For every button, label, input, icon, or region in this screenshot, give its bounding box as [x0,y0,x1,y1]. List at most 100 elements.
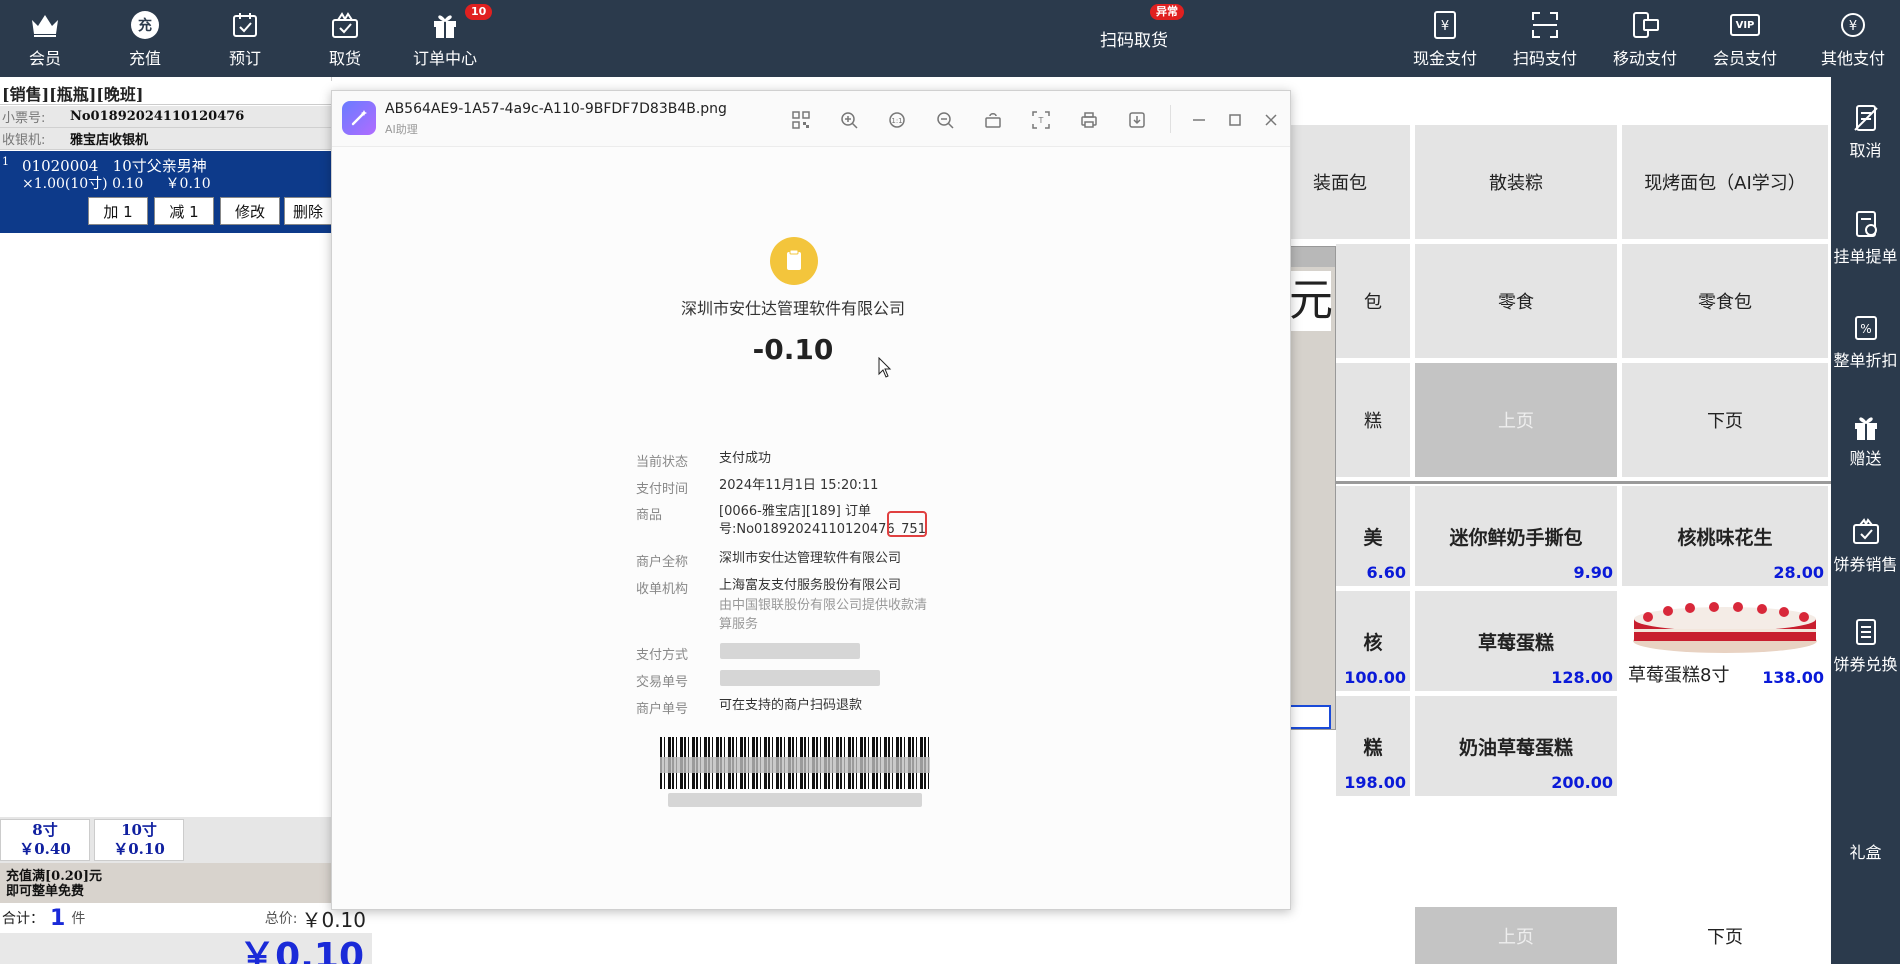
discount-icon: % [1854,316,1877,340]
category-tile[interactable]: 包 [1336,244,1410,358]
scan-pay-button[interactable]: 扫码支付 [1500,0,1590,77]
cancel-button[interactable]: 取消 [1831,103,1900,161]
product-tile[interactable]: 美 6.60 [1336,486,1410,586]
delete-button[interactable]: 删除 [284,197,332,225]
category-next-page-button[interactable]: 下页 [1622,363,1828,477]
size-8-button[interactable]: 8寸 ￥0.40 [0,819,90,861]
product-next-page-button[interactable]: 下页 [1622,907,1828,964]
svg-text:¥: ¥ [1849,19,1857,34]
receipt-company: 深圳市安仕达管理软件有限公司 [680,299,905,318]
cash-pay-button[interactable]: ¥ 现金支付 [1400,0,1490,77]
product-tile[interactable]: 迷你鲜奶手撕包 9.90 [1415,486,1617,586]
member-pay-button[interactable]: VIP 会员支付 [1700,0,1790,77]
coupon-redeem-icon [1855,619,1876,645]
reserve-button[interactable]: 预订 [200,0,290,77]
promo-text: 充值满[0.20]元 即可整单免费 [0,863,332,903]
payment-receipt-image: 深圳市安仕达管理软件有限公司 -0.10 当前状态 支付成功 支付时间 2024… [332,147,1290,909]
image-viewer-window: AB564AE9-1A57-4a9c-A110-9BFDF7D83B4B.png… [331,90,1291,910]
minimize-icon[interactable] [1188,109,1210,131]
actual-size-icon[interactable]: 1:1 [886,109,908,131]
grid-divider [1290,481,1831,484]
product-tile[interactable]: 草莓蛋糕 128.00 [1415,591,1617,691]
order-count-badge: 10 [465,4,493,20]
order-suffix-highlight [887,511,927,537]
zoom-out-icon[interactable] [934,109,956,131]
category-tile[interactable]: 装面包 [1270,125,1410,239]
amount-unit-text: 元 [1289,271,1333,331]
right-sidebar: 取消 挂单提单 % 整单折扣 赠送 饼券销售 饼券兑换 礼盒 [1831,77,1900,964]
coupon-redeem-button[interactable]: 饼券兑换 [1831,617,1900,675]
redacted-barcode-number [668,793,922,807]
shift-title: [销售][瓶瓶][晚班] [0,81,372,105]
receipt-amount: -0.10 [752,333,834,366]
svg-text:T: T [1038,116,1044,125]
crop-icon[interactable]: T [1030,109,1052,131]
merchant-order-note: 可在支持的商户扫码退款 [719,698,863,713]
product-tile-with-image[interactable]: 草莓蛋糕8寸 138.00 [1622,591,1828,691]
print-icon[interactable] [1078,109,1100,131]
acquirer: 上海富友支付服务股份有限公司 [719,578,902,593]
svg-text:1:1: 1:1 [891,117,902,125]
download-icon[interactable] [1126,109,1148,131]
redacted-payment-method [720,643,860,659]
payment-status: 支付成功 [719,451,772,466]
order-discount-button[interactable]: % 整单折扣 [1831,313,1900,371]
viewer-titlebar: AB564AE9-1A57-4a9c-A110-9BFDF7D83B4B.png… [332,91,1290,147]
svg-text:¥: ¥ [1441,19,1449,34]
rotate-icon[interactable] [982,109,1004,131]
member-button[interactable]: 会员 [0,0,90,77]
goods-line-1: [0066-雅宝店][189] 订单 [719,504,872,519]
product-tile[interactable]: 奶油草莓蛋糕 200.00 [1415,696,1617,796]
dialog-input-edge[interactable] [1289,705,1331,729]
gift-give-button[interactable]: 赠送 [1831,413,1900,469]
minus-one-button[interactable]: 减 1 [154,197,214,225]
qr-code-icon[interactable] [790,109,812,131]
cash-yen-icon: ¥ [1428,8,1462,42]
payable-amount: ￥0.10 [239,936,364,964]
coin-yen-icon: ¥ [1836,8,1870,42]
redacted-transaction-id [720,670,880,686]
modify-button[interactable]: 修改 [220,197,280,225]
coupon-sale-icon [1852,518,1879,544]
scan-frame-icon [1528,8,1562,42]
size-10-button[interactable]: 10寸 ￥0.10 [94,819,184,861]
hold-order-button[interactable]: 挂单提单 [1831,209,1900,267]
viewer-file-name: AB564AE9-1A57-4a9c-A110-9BFDF7D83B4B.png [385,101,727,117]
category-tile[interactable]: 现烤面包（AI学习） [1622,125,1828,239]
top-toolbar: 会员 充 充值 预订 取货 订单中心 10 异常 扫码取货 ¥ 现金支付 扫码支… [0,0,1900,77]
close-icon[interactable] [1260,109,1282,131]
product-tile[interactable]: 糕 198.00 [1336,696,1410,796]
payment-time: 2024年11月1日 15:20:11 [719,478,879,493]
recharge-button[interactable]: 充 充值 [100,0,190,77]
coupon-sale-button[interactable]: 饼券销售 [1831,517,1900,575]
mobile-pay-button[interactable]: 移动支付 [1600,0,1690,77]
ai-assistant-logo-icon [342,101,376,135]
svg-text:%: % [1860,322,1871,336]
scan-pickup-button[interactable]: 扫码取货 [1100,26,1168,51]
cashier-row: 收银机: 雅宝店收银机 [0,128,372,150]
pickup-button[interactable]: 取货 [300,0,390,77]
crown-icon [28,8,62,42]
maximize-icon[interactable] [1224,109,1246,131]
product-tile[interactable]: 核桃味花生 28.00 [1622,486,1828,586]
category-prev-page-button[interactable]: 上页 [1415,363,1617,477]
category-tile[interactable]: 糕 [1336,363,1410,477]
merchant-icon [770,237,818,285]
category-tile[interactable]: 散装粽 [1415,125,1617,239]
calendar-check-icon [228,8,262,42]
hold-order-icon [1855,211,1877,237]
merchant-name: 深圳市安仕达管理软件有限公司 [719,551,902,566]
category-tile[interactable]: 零食 [1415,244,1617,358]
ticket-row: 小票号: No018920241101204​76 [0,106,372,128]
add-one-button[interactable]: 加 1 [88,197,148,225]
product-prev-page-button[interactable]: 上页 [1415,907,1617,964]
category-tile[interactable]: 零食包 [1622,244,1828,358]
mouse-cursor-icon [878,357,892,378]
viewer-subtitle: AI助理 [385,123,418,136]
mobile-pay-icon [1628,8,1662,42]
zoom-in-icon[interactable] [838,109,860,131]
other-pay-button[interactable]: ¥ 其他支付 [1808,0,1898,77]
recharge-icon: 充 [128,8,162,42]
gift-box-button[interactable]: 礼盒 [1831,839,1900,863]
product-tile[interactable]: 核 100.00 [1336,591,1410,691]
